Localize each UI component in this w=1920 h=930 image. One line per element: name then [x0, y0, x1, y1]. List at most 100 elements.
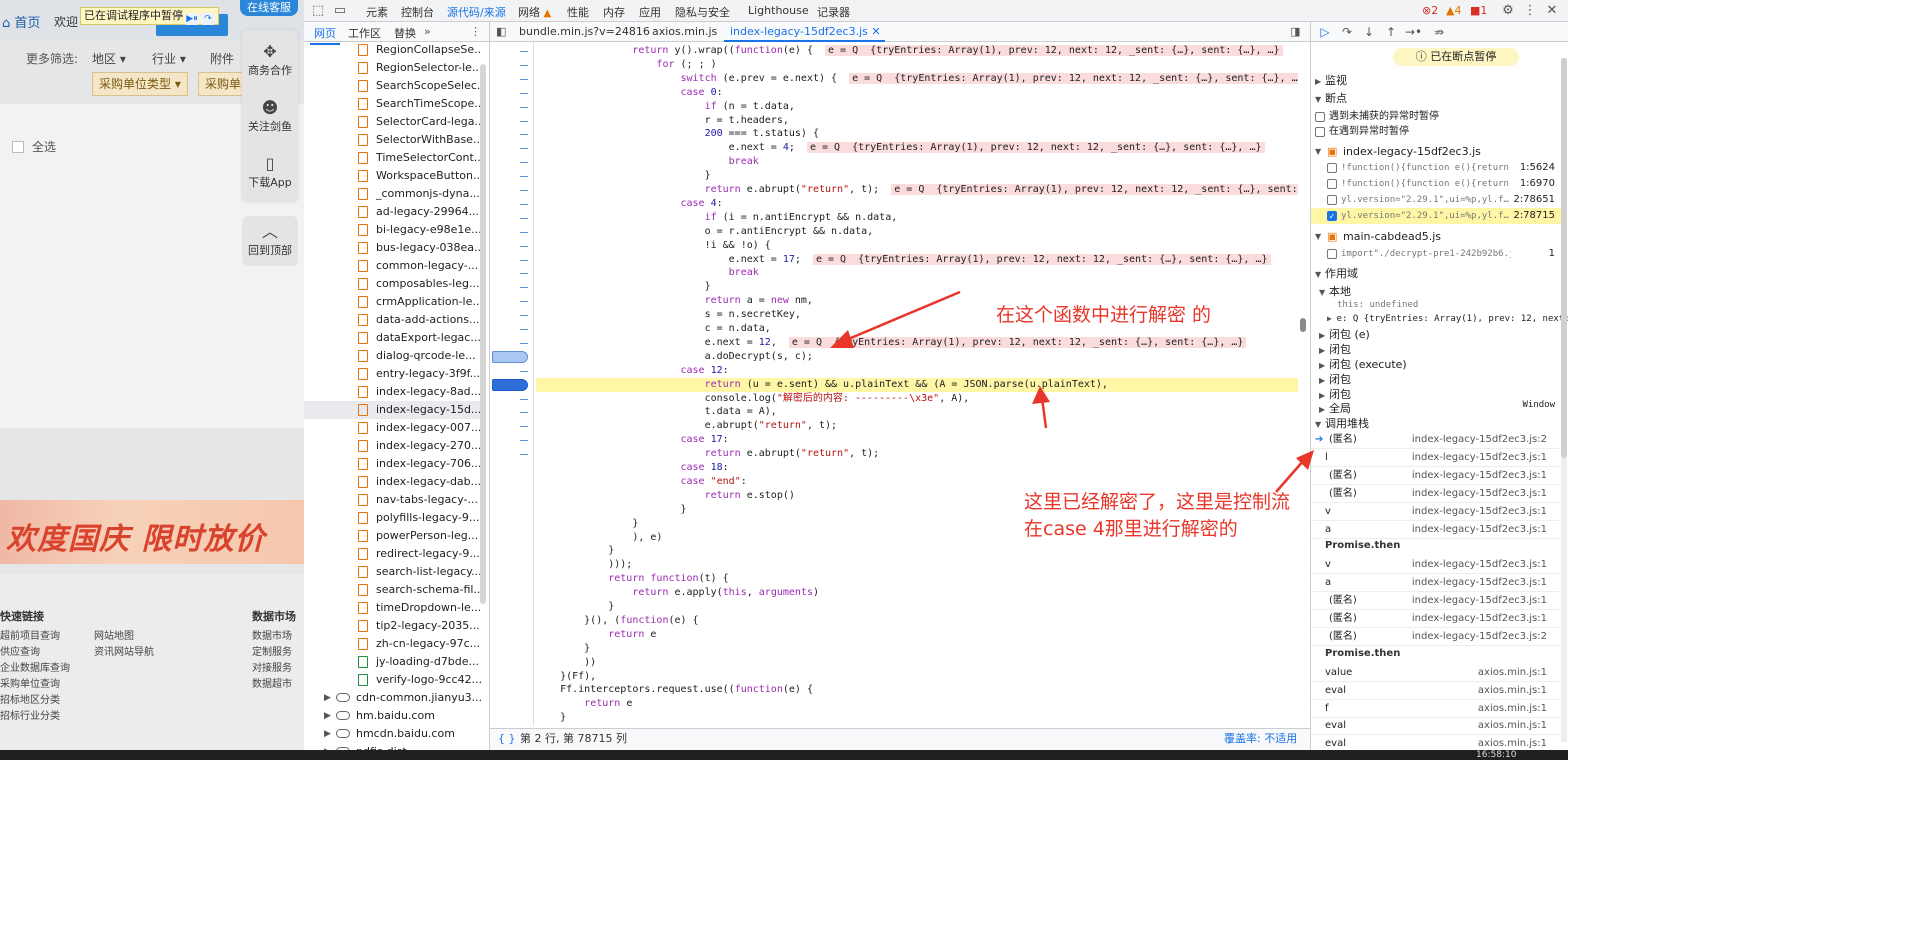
- checkbox-icon[interactable]: [1327, 163, 1337, 173]
- checkbox-icon[interactable]: [1315, 127, 1325, 137]
- filter-region[interactable]: 地区 ▾: [92, 50, 126, 67]
- call-frame[interactable]: value axios.min.js:1: [1311, 664, 1561, 682]
- code-line[interactable]: )));: [536, 558, 1298, 572]
- code-line[interactable]: for (; ; ): [536, 58, 1298, 72]
- select-all-checkbox[interactable]: 全选: [12, 138, 56, 155]
- pause-uncaught-option[interactable]: 遇到未捕获的异常时暂停: [1311, 109, 1561, 125]
- call-frame[interactable]: ➔ (匿名) index-legacy-15df2ec3.js:2: [1311, 431, 1561, 449]
- business-coop-button[interactable]: ✥ 商务合作: [242, 42, 298, 78]
- toggle-navigator-icon[interactable]: ◧: [496, 25, 506, 38]
- call-frame[interactable]: v index-legacy-15df2ec3.js:1: [1311, 556, 1561, 575]
- file-item[interactable]: RegionSelector-le...: [304, 59, 482, 77]
- file-item[interactable]: search-schema-fil...: [304, 581, 482, 599]
- line-gutter[interactable]: [490, 42, 534, 726]
- file-item[interactable]: index-legacy-706...: [304, 455, 482, 473]
- chip-buyer[interactable]: 采购单: [198, 72, 248, 96]
- navigator-scrollbar[interactable]: [480, 64, 486, 604]
- step-over-icon[interactable]: ↷: [201, 13, 215, 25]
- call-frame[interactable]: (匿名) index-legacy-15df2ec3.js:2: [1311, 628, 1561, 646]
- pause-caught-option[interactable]: 在遇到异常时暂停: [1311, 124, 1561, 140]
- code-line[interactable]: }: [536, 642, 1298, 656]
- file-item[interactable]: index-legacy-15d...: [304, 401, 482, 419]
- call-frame[interactable]: eval axios.min.js:1: [1311, 735, 1561, 750]
- call-frame[interactable]: (匿名) index-legacy-15df2ec3.js:1: [1311, 485, 1561, 503]
- call-frame[interactable]: a index-legacy-15df2ec3.js:1: [1311, 574, 1561, 593]
- breakpoint-item[interactable]: !function(){function e(){return … 1:5624: [1311, 160, 1561, 176]
- code-line[interactable]: t.data = A),: [536, 405, 1298, 419]
- code-line[interactable]: case 12:: [536, 364, 1298, 378]
- footer-link[interactable]: 超前项目查询: [0, 629, 70, 645]
- follow-button[interactable]: ☻ 关注剑鱼: [242, 98, 298, 134]
- footer-link[interactable]: 数据超市: [252, 677, 292, 693]
- code-line[interactable]: Ff.interceptors.request.use((function(e)…: [536, 683, 1298, 697]
- section-scope[interactable]: ▼ 作用域: [1315, 265, 1358, 281]
- tab-privacy[interactable]: 隐私与安全: [675, 4, 730, 20]
- toggle-debugger-icon[interactable]: ◨: [1290, 25, 1300, 38]
- file-item[interactable]: index-legacy-dab...: [304, 473, 482, 491]
- call-frame[interactable]: (匿名) index-legacy-15df2ec3.js:1: [1311, 467, 1561, 485]
- close-tab-icon[interactable]: ✕: [871, 25, 880, 38]
- back-to-top-button[interactable]: ︿ 回到顶部: [242, 216, 298, 266]
- checkbox-icon[interactable]: ✓: [1327, 211, 1337, 221]
- section-breakpoints[interactable]: ▼ 断点: [1315, 90, 1347, 106]
- checkbox-icon[interactable]: [1327, 195, 1337, 205]
- file-item[interactable]: zh-cn-legacy-97c...: [304, 635, 482, 653]
- file-item[interactable]: search-list-legacy...: [304, 563, 482, 581]
- code-line[interactable]: }: [536, 711, 1298, 725]
- close-icon[interactable]: ✕: [1544, 3, 1560, 19]
- call-frame[interactable]: (匿名) index-legacy-15df2ec3.js:1: [1311, 592, 1561, 611]
- scope-closure[interactable]: ▶ 闭包 (execute): [1319, 356, 1407, 372]
- navtab-workspace[interactable]: 工作区: [348, 25, 381, 41]
- code-line[interactable]: return e: [536, 697, 1298, 711]
- file-item[interactable]: ad-legacy-29964...: [304, 203, 482, 221]
- call-frame[interactable]: eval axios.min.js:1: [1311, 682, 1561, 700]
- deactivate-breakpoints-icon[interactable]: ⇏: [1431, 24, 1447, 40]
- domain-item[interactable]: ▶ hmcdn.baidu.com: [304, 725, 482, 743]
- file-item[interactable]: SelectorCard-lega...: [304, 113, 482, 131]
- file-item[interactable]: SearchScopeSelec...: [304, 77, 482, 95]
- bp-file-main[interactable]: ▼ ▣ main-cabdead5.js: [1311, 229, 1561, 245]
- code-line[interactable]: a.doDecrypt(s, c);: [536, 350, 1298, 364]
- code-line[interactable]: }(), (function(e) {: [536, 614, 1298, 628]
- scope-closure[interactable]: ▶ 闭包 (e): [1319, 326, 1370, 342]
- section-call-stack[interactable]: ▼ 调用堆栈: [1315, 415, 1369, 431]
- code-line[interactable]: console.log("解密后的内容: ---------\x3e", A),: [536, 392, 1298, 406]
- code-line[interactable]: return e.abrupt("return", t);: [536, 447, 1298, 461]
- more-options-icon[interactable]: ⋮: [470, 25, 481, 38]
- editor-tab-index-legacy[interactable]: index-legacy-15df2ec3.js ✕: [724, 25, 885, 42]
- code-line[interactable]: }: [536, 600, 1298, 614]
- debugger-scroll-thumb[interactable]: [1561, 58, 1567, 458]
- code-line[interactable]: if (n = t.data,: [536, 100, 1298, 114]
- code-line[interactable]: return e.abrupt("return", t); e = Q {try…: [536, 183, 1298, 197]
- navtab-overrides[interactable]: 替换: [394, 25, 416, 41]
- code-line[interactable]: o = r.antiEncrypt && n.data,: [536, 225, 1298, 239]
- code-line[interactable]: switch (e.prev = e.next) { e = Q {tryEnt…: [536, 72, 1298, 86]
- code-line[interactable]: )): [536, 656, 1298, 670]
- code-line[interactable]: }: [536, 169, 1298, 183]
- editor-tab-axios[interactable]: axios.min.js: [652, 25, 717, 38]
- file-item[interactable]: SelectorWithBase...: [304, 131, 482, 149]
- coverage-status[interactable]: 覆盖率: 不适用: [1224, 729, 1297, 749]
- breakpoint-marker[interactable]: [492, 350, 528, 363]
- code-line[interactable]: e.next = 17; e = Q {tryEntries: Array(1)…: [536, 253, 1298, 267]
- file-item[interactable]: tip2-legacy-2035...: [304, 617, 482, 635]
- bp-file-index-legacy[interactable]: ▼ ▣ index-legacy-15df2ec3.js: [1311, 144, 1561, 160]
- pretty-print-icon[interactable]: { }: [498, 729, 516, 749]
- download-app-button[interactable]: ▯ 下载App: [242, 154, 298, 190]
- home-link[interactable]: ⌂ 首页: [2, 12, 40, 31]
- device-toolbar-icon[interactable]: ▭: [332, 3, 348, 19]
- step-out-icon[interactable]: ↑: [1383, 24, 1399, 40]
- domain-item[interactable]: ▶ pdfis-dist: [304, 743, 482, 750]
- checkbox-icon[interactable]: [1327, 179, 1337, 189]
- resume-icon[interactable]: ▶⏸: [185, 13, 199, 25]
- tab-application[interactable]: 应用: [639, 4, 661, 20]
- more-tabs-icon[interactable]: »: [424, 25, 431, 38]
- active-breakpoint-marker[interactable]: [492, 378, 528, 391]
- file-item[interactable]: bi-legacy-e98e1e...: [304, 221, 482, 239]
- code-line[interactable]: e.next = 4; e = Q {tryEntries: Array(1),…: [536, 141, 1298, 155]
- checkbox-icon[interactable]: [1327, 249, 1337, 259]
- file-item[interactable]: bus-legacy-038ea...: [304, 239, 482, 257]
- breakpoint-item[interactable]: yl.version="2.29.1",ui=%p,yl.f… 2:78651: [1311, 192, 1561, 208]
- call-frame[interactable]: eval axios.min.js:1: [1311, 717, 1561, 736]
- gear-icon[interactable]: ⚙: [1500, 3, 1516, 19]
